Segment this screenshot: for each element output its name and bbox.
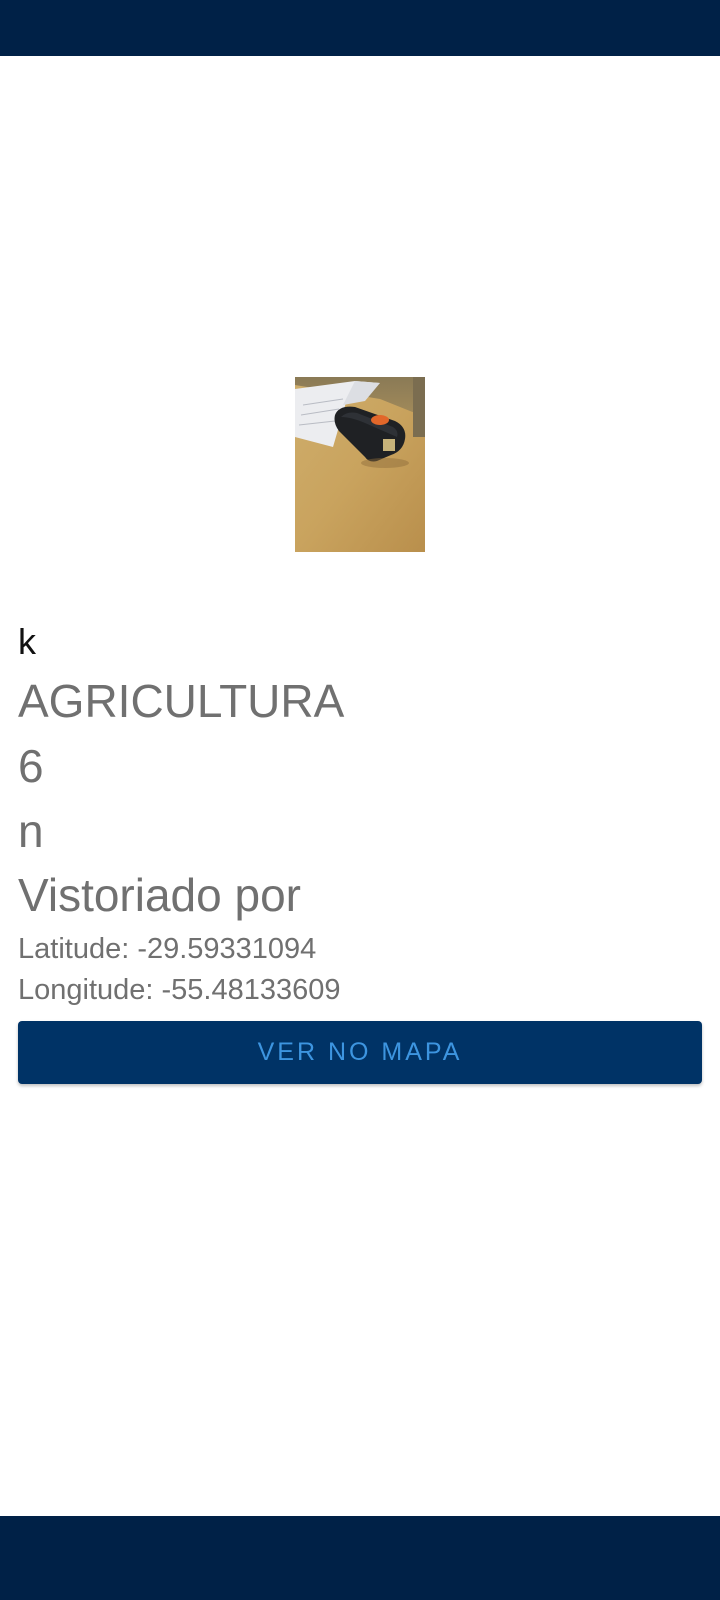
longitude-text: Longitude: -55.48133609	[18, 974, 341, 1006]
status-bar	[0, 0, 720, 56]
item-name: k	[18, 621, 36, 662]
inspected-by-label: Vistoriado por	[18, 869, 301, 921]
item-number: 6	[18, 740, 44, 792]
latitude-text: Latitude: -29.59331094	[18, 933, 317, 965]
item-field-n: n	[18, 805, 44, 857]
navigation-bar	[0, 1516, 720, 1600]
inspection-photo[interactable]	[295, 377, 425, 552]
category-label: AGRICULTURA	[18, 675, 345, 727]
view-on-map-button[interactable]: VER NO MAPA	[18, 1021, 702, 1084]
photo-image	[295, 377, 425, 552]
